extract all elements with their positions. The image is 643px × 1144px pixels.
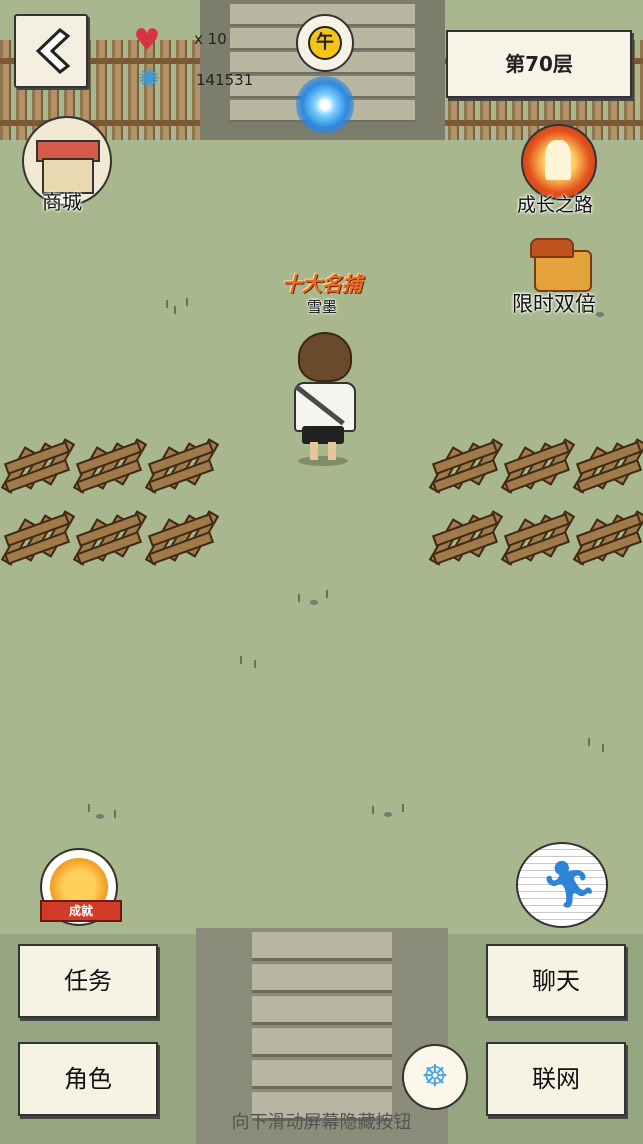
limited-double-button[interactable] <box>528 232 592 292</box>
wooden-barricade <box>144 508 220 566</box>
chat-button[interactable]: 聊天 <box>486 944 626 1018</box>
wooden-barricade <box>500 508 576 566</box>
figure-icon <box>545 140 571 180</box>
swirl-icon: ✺ <box>138 64 160 94</box>
wooden-barricade <box>0 436 76 494</box>
grass-tuft <box>232 652 272 672</box>
run-button[interactable]: 🏃︎ <box>516 842 608 928</box>
player-name: 雪墨 <box>306 298 337 316</box>
floor-label: 第70层 <box>505 52 573 76</box>
grass-tuft <box>578 300 618 320</box>
grass-tuft <box>160 296 200 316</box>
wooden-barricade <box>572 436 643 494</box>
meditate-button[interactable]: ☸ <box>402 1044 468 1110</box>
wooden-barricade <box>72 436 148 494</box>
growth-path-label: 成长之路 <box>517 194 594 216</box>
grass-tuft <box>84 804 124 824</box>
hide-buttons-hint: 向下滑动屏幕隐藏按钮 <box>231 1112 412 1133</box>
meditate-icon: ☸ <box>421 1059 449 1094</box>
grass-tuft <box>584 734 624 754</box>
lives-count: x 10 <box>194 30 227 48</box>
wooden-barricade <box>72 508 148 566</box>
grass-tuft <box>370 802 410 822</box>
portal-icon[interactable] <box>296 76 354 134</box>
chevron-left-icon <box>35 28 71 74</box>
wooden-barricade <box>428 436 504 494</box>
achievement-button[interactable]: 成就 <box>40 848 122 926</box>
network-button[interactable]: 联网 <box>486 1042 626 1116</box>
player-character[interactable] <box>290 330 356 470</box>
running-icon: 🏃︎ <box>540 857 599 911</box>
heart-icon: ♥ <box>133 23 161 58</box>
stamina-count: 141531 <box>196 71 254 89</box>
wooden-barricade <box>572 508 643 566</box>
back-button[interactable] <box>14 14 88 88</box>
floor-indicator: 第70层 <box>446 30 632 98</box>
grass-tuft <box>296 590 336 610</box>
wooden-barricade <box>144 436 220 494</box>
wooden-barricade <box>428 508 504 566</box>
wooden-barricade <box>0 508 76 566</box>
time-label: 午 <box>308 26 342 60</box>
shop-label: 商城 <box>42 190 82 214</box>
wooden-barricade <box>500 436 576 494</box>
player-title: 十大名捕 <box>282 272 362 296</box>
task-button[interactable]: 任务 <box>18 944 158 1018</box>
growth-path-button[interactable] <box>521 124 597 200</box>
sun-icon: 午 <box>296 14 354 72</box>
role-button[interactable]: 角色 <box>18 1042 158 1116</box>
achievement-label: 成就 <box>40 900 122 922</box>
